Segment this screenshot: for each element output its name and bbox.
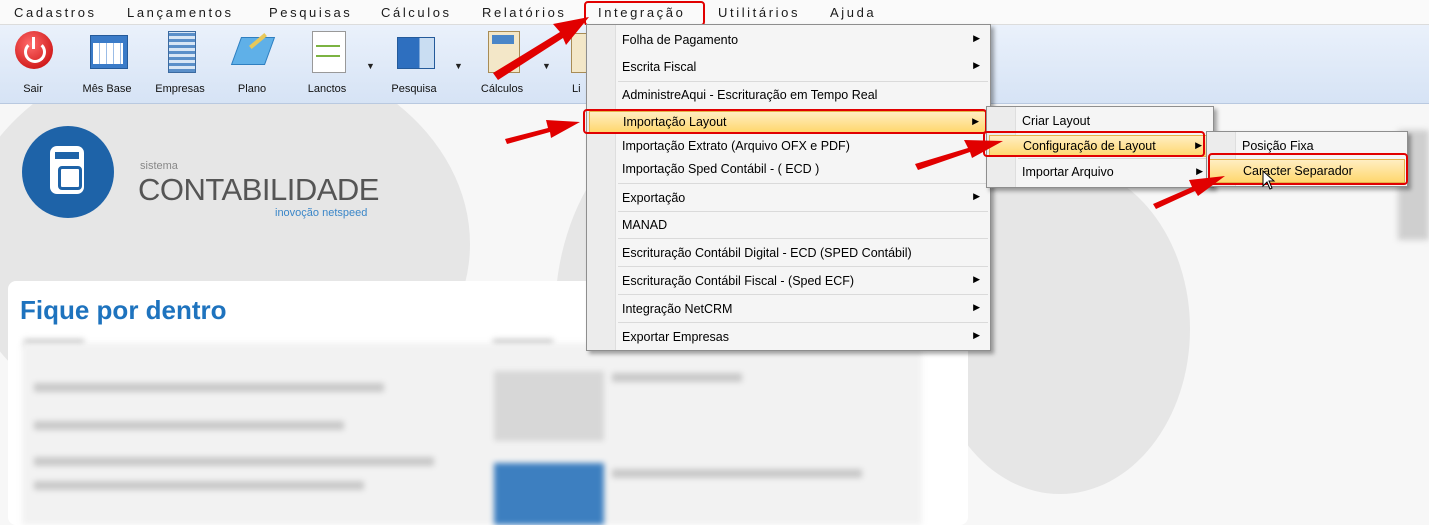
arrow-icon [1153, 176, 1225, 209]
arrow-icon [505, 120, 580, 144]
annotation-arrows [493, 17, 1225, 209]
arrow-icon [493, 17, 589, 80]
arrow-icon [915, 140, 1003, 170]
